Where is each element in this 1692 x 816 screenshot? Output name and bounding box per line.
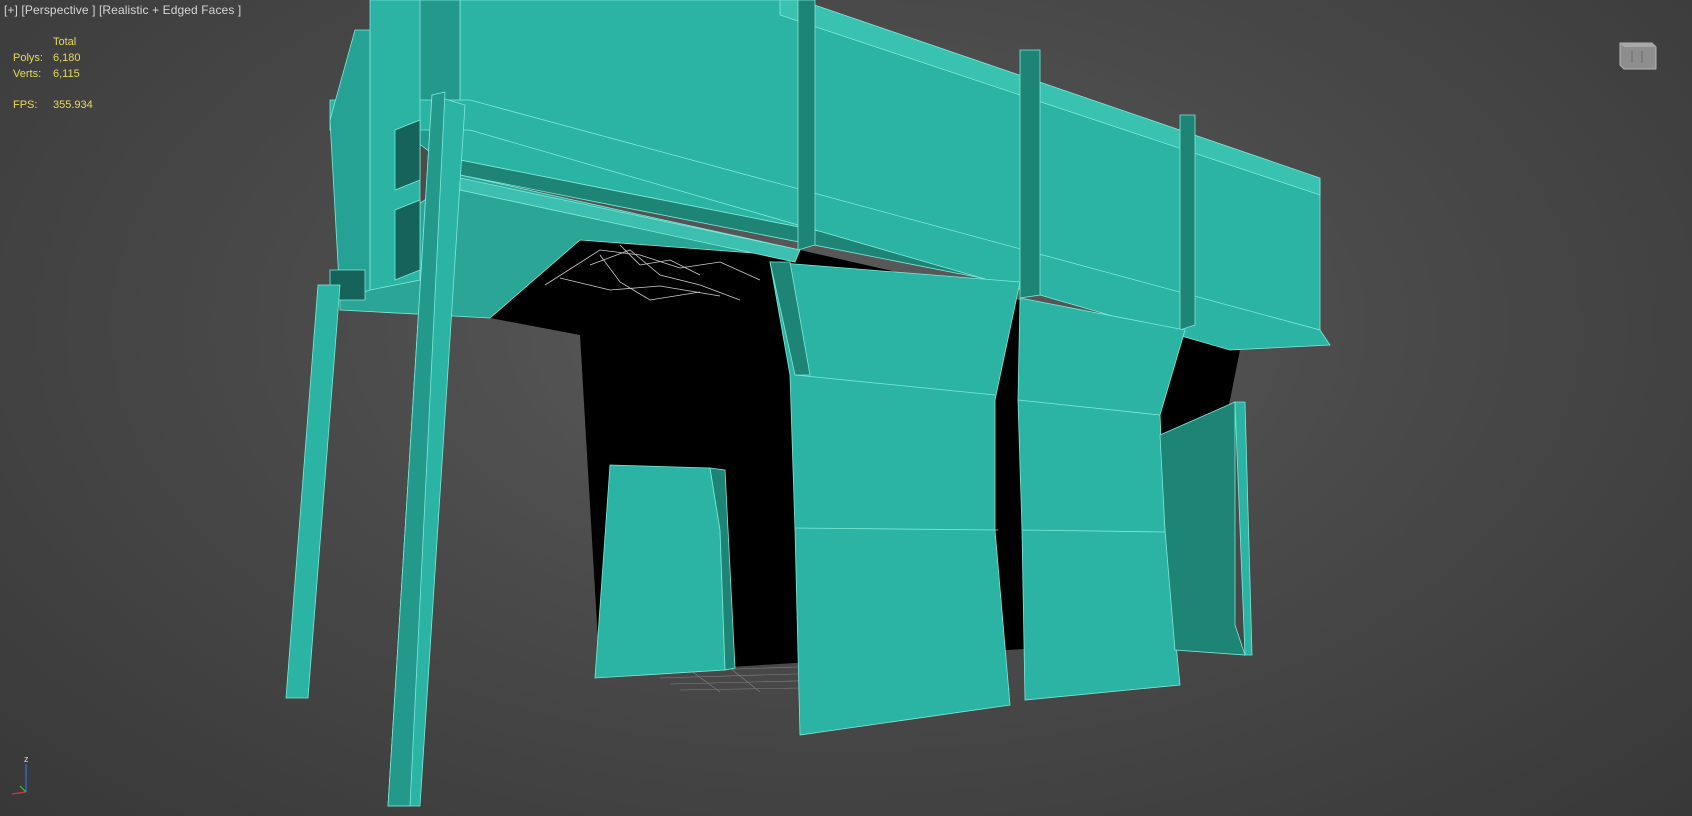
viewport-label: [+] [Perspective ] [Realistic + Edged Fa… <box>4 3 241 17</box>
left-thin-leg <box>285 284 341 699</box>
verts-label: Verts: <box>13 68 42 80</box>
viewport-view-menu[interactable]: [Perspective ] <box>21 3 95 17</box>
polys-value: 6,180 <box>53 52 81 64</box>
stats-header: Total <box>53 36 77 48</box>
fps-label: FPS: <box>13 99 38 111</box>
polys-label: Polys: <box>13 52 43 64</box>
hopper-center <box>769 261 1021 736</box>
hopper-left <box>594 464 736 679</box>
axis-z-label: z <box>24 754 29 764</box>
axis-tripod-icon: z <box>11 754 29 795</box>
fps-value: 355.934 <box>53 99 93 111</box>
viewport-plus-menu[interactable]: [+] <box>4 3 18 17</box>
hopper-far-right <box>1159 401 1253 656</box>
left-frame <box>329 0 421 301</box>
viewcube-icon[interactable] <box>1618 37 1658 71</box>
viewport-scene[interactable] <box>0 0 1692 816</box>
viewport-shading-menu[interactable]: [Realistic + Edged Faces ] <box>99 3 241 17</box>
hopper-right <box>1017 297 1186 701</box>
verts-value: 6,115 <box>53 68 80 80</box>
statistics-overlay: Total Polys: 6,180 Verts: 6,115 FPS: 355.93… <box>13 34 93 113</box>
